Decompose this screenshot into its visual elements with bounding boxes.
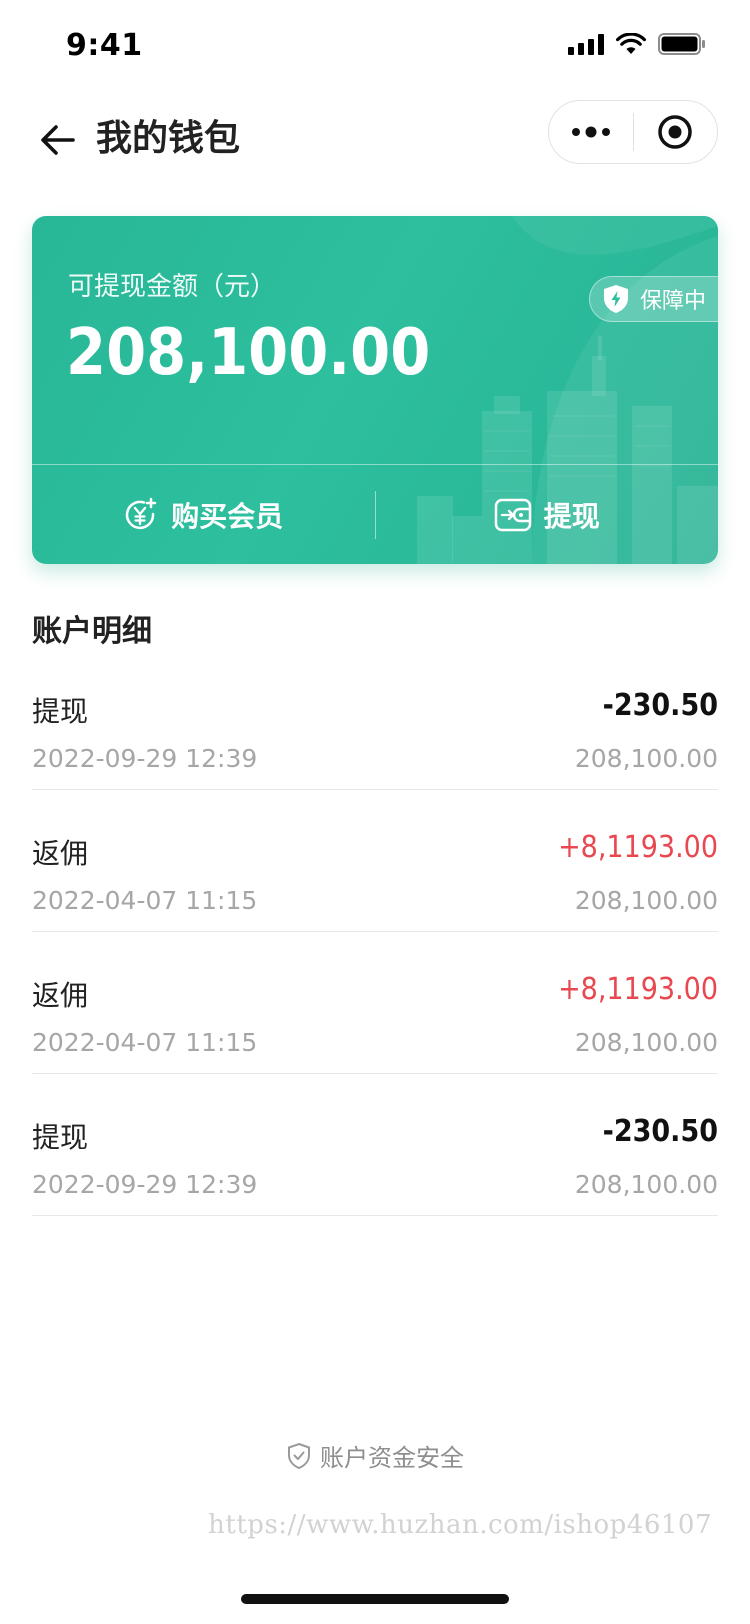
transaction-row[interactable]: 提现 2022-09-29 12:39 -230.50 208,100.00	[32, 1074, 718, 1216]
transaction-row[interactable]: 返佣 2022-04-07 11:15 +8,1193.00 208,100.0…	[32, 790, 718, 932]
status-icons	[568, 32, 706, 56]
close-mini-program-button[interactable]	[634, 100, 718, 164]
transaction-title: 返佣	[32, 837, 89, 870]
transaction-row[interactable]: 提现 2022-09-29 12:39 -230.50 208,100.00	[32, 648, 718, 790]
mini-program-capsule	[548, 100, 718, 164]
wallet-card: 可提现金额（元） 208,100.00 保障中 购买会员 提现	[32, 216, 718, 564]
watermark-text: https://www.huzhan.com/ishop46107	[208, 1510, 712, 1540]
home-indicator[interactable]	[241, 1594, 509, 1604]
arrow-left-icon	[41, 125, 75, 155]
transaction-amount: -230.50	[602, 1114, 718, 1149]
card-actions: 购买会员 提现	[32, 465, 718, 564]
funds-safety-note: 账户资金安全	[0, 1438, 750, 1473]
transaction-amount: +8,1193.00	[558, 830, 718, 865]
yuan-plus-icon	[126, 497, 157, 529]
more-dots-icon	[571, 126, 610, 138]
transaction-date: 2022-09-29 12:39	[32, 744, 258, 773]
transaction-title: 返佣	[32, 979, 89, 1012]
buy-membership-label: 购买会员	[171, 499, 284, 533]
transaction-amount: +8,1193.00	[558, 972, 718, 1007]
withdraw-button[interactable]: 提现	[376, 465, 719, 564]
balance-amount: 208,100.00	[66, 316, 431, 390]
page-title: 我的钱包	[96, 118, 241, 159]
transaction-title: 提现	[32, 695, 89, 728]
transaction-balance: 208,100.00	[574, 744, 718, 773]
funds-safety-text: 账户资金安全	[320, 1444, 464, 1472]
transaction-list: 提现 2022-09-29 12:39 -230.50 208,100.00 返…	[32, 648, 718, 1216]
status-time: 9:41	[66, 28, 143, 63]
wifi-icon	[616, 33, 646, 55]
account-details-title: 账户明细	[32, 614, 152, 649]
withdraw-label: 提现	[543, 499, 600, 533]
transaction-balance: 208,100.00	[574, 1028, 718, 1057]
transaction-date: 2022-04-07 11:15	[32, 1028, 258, 1057]
buy-membership-button[interactable]: 购买会员	[32, 465, 375, 564]
transaction-title: 提现	[32, 1121, 89, 1154]
target-circle-icon	[658, 115, 692, 149]
transaction-date: 2022-04-07 11:15	[32, 886, 258, 915]
more-button[interactable]	[549, 100, 633, 164]
shield-bolt-icon	[603, 285, 628, 313]
battery-icon	[658, 32, 706, 56]
back-button[interactable]	[34, 116, 82, 164]
security-badge[interactable]: 保障中	[588, 276, 718, 322]
security-badge-label: 保障中	[639, 289, 706, 314]
shield-check-icon	[288, 1442, 310, 1469]
nav-bar: 我的钱包	[0, 96, 750, 184]
transaction-amount: -230.50	[602, 688, 718, 723]
transaction-row[interactable]: 返佣 2022-04-07 11:15 +8,1193.00 208,100.0…	[32, 932, 718, 1074]
cellular-signal-icon	[568, 33, 604, 55]
transaction-date: 2022-09-29 12:39	[32, 1170, 258, 1199]
transaction-balance: 208,100.00	[574, 1170, 718, 1199]
transaction-balance: 208,100.00	[574, 886, 718, 915]
balance-label: 可提现金额（元）	[68, 272, 277, 302]
wallet-out-icon	[494, 498, 531, 531]
status-bar: 9:41	[0, 0, 750, 88]
